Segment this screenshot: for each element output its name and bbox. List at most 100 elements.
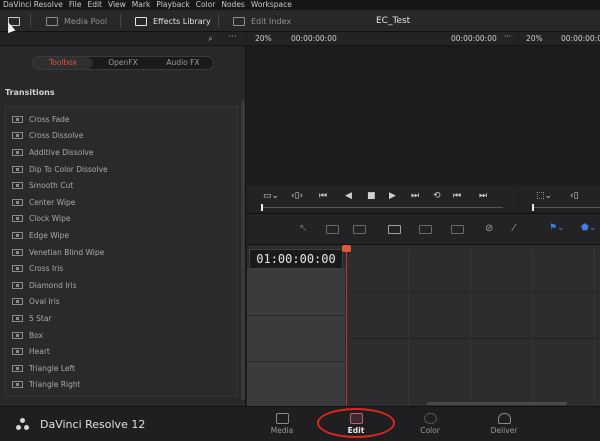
transition-icon [12,381,23,389]
playhead[interactable] [346,245,347,406]
program-clip-range-icon[interactable]: ‹▯ [570,191,579,201]
transition-label: Cross Dissolve [29,131,84,141]
menu-color[interactable]: Color [196,0,216,10]
transition-label: Clock Wipe [29,214,71,224]
transition-item[interactable]: Box [6,327,237,344]
transition-item[interactable]: 5 Star [6,310,237,327]
more-icon[interactable]: ··· [228,32,237,42]
skip-back-icon[interactable]: ⏮ [319,191,327,201]
page-tab-media[interactable]: Media [252,409,312,441]
page-tab-color[interactable]: Color [400,409,460,441]
program-scrub-handle[interactable] [532,204,534,211]
clip-range-icon[interactable]: ‹▯› [291,191,303,201]
transition-item[interactable]: Center Wipe [6,194,237,211]
source-zoom[interactable]: 20% [255,34,272,43]
transition-label: Cross Iris [29,264,64,274]
razor-icon[interactable]: ⁄ [513,223,515,234]
transition-label: Heart [29,347,50,357]
media-pool-icon [46,16,58,26]
media-pool-button[interactable]: Media Pool [46,10,107,32]
flag-icon[interactable]: ⚑⌄ [549,223,565,233]
page-tab-deliver[interactable]: Deliver [474,409,534,441]
transition-item[interactable]: Edge Wipe [6,227,237,244]
selection-tool-icon[interactable]: ↖ [299,223,307,234]
program-viewer-mode-icon[interactable]: ⬚⌄ [536,191,552,201]
transition-item[interactable]: Additive Dissolve [6,144,237,161]
transition-item[interactable]: Triangle Left [6,360,237,377]
transition-icon [12,231,23,239]
menu-workspace[interactable]: Workspace [251,0,292,10]
tab-openfx[interactable]: OpenFX [93,57,153,69]
transition-item[interactable]: Oval Iris [6,294,237,311]
transition-item[interactable]: Clock Wipe [6,211,237,228]
menu-view[interactable]: View [108,0,126,10]
edit-index-label: Edit Index [251,16,292,26]
transition-item[interactable]: Triangle Right [6,377,237,394]
menu-mark[interactable]: Mark [132,0,151,10]
transition-item[interactable]: Venetian Blind Wipe [6,244,237,261]
playhead-handle[interactable] [342,245,351,252]
transition-icon [12,132,23,140]
effects-library-button[interactable]: Effects Library [135,10,211,32]
source-viewer-header: 20% 00:00:00:00 00:00:00:00 ··· [247,32,517,46]
transition-item[interactable]: Smooth Cut [6,177,237,194]
effects-scrollbar[interactable] [241,100,245,400]
overwrite-clip-icon[interactable] [419,225,432,234]
prev-frame-icon[interactable]: ⏮ [453,191,461,201]
source-timecode-left: 00:00:00:00 [291,34,337,43]
tab-audio-fx[interactable]: Audio FX [153,57,213,69]
play-reverse-icon[interactable]: ◀ [345,191,352,201]
program-scrub-bar[interactable] [532,207,600,208]
trim-tool-icon[interactable] [326,225,339,234]
timeline-tracks[interactable] [346,245,600,406]
loop-icon[interactable]: ⟲ [433,191,441,201]
program-viewer-screen[interactable] [518,47,600,185]
insert-clip-icon[interactable] [388,225,401,234]
marker-icon[interactable]: ⬟⌄ [581,223,596,233]
menu-playback[interactable]: Playback [156,0,189,10]
source-scrub-handle[interactable] [261,204,263,211]
next-frame-icon[interactable]: ⏭ [479,191,487,201]
transition-icon [12,348,23,356]
transition-item[interactable]: Cross Iris [6,260,237,277]
transition-item[interactable]: Dip To Color Dissolve [6,161,237,178]
search-icon[interactable]: ⌕ [208,34,213,44]
stop-icon[interactable]: ■ [367,191,376,201]
menu-app[interactable]: DaVinci Resolve [3,0,63,10]
source-scrub-bar[interactable] [261,207,503,208]
link-icon[interactable]: ⊘ [485,223,493,234]
transition-icon [12,314,23,322]
transition-item[interactable]: Cross Dissolve [6,128,237,145]
transition-label: Oval Iris [29,297,60,307]
timeline-scrollbar[interactable] [427,402,567,405]
edit-index-button[interactable]: Edit Index [233,10,291,32]
skip-forward-icon[interactable]: ⏭ [411,191,419,201]
menu-file[interactable]: File [69,0,82,10]
source-more-icon[interactable]: ··· [504,32,511,41]
deliver-page-icon [497,413,511,424]
transition-item[interactable]: Diamond Iris [6,277,237,294]
play-icon[interactable]: ▶ [389,191,396,201]
menu-edit[interactable]: Edit [87,0,102,10]
timeline-timecode[interactable]: 01:00:00:00 [249,249,343,269]
source-viewer-screen[interactable] [247,47,517,185]
tab-toolbox[interactable]: Toolbox [33,57,93,69]
effects-panel-header: ⌕ ··· [0,32,246,46]
transition-icon [12,215,23,223]
edit-toolbar: ↖ ⊘ ⁄ ⚑⌄ ⬟⌄ [247,213,600,245]
transition-item[interactable]: Heart [6,343,237,360]
transition-icon [12,165,23,173]
transition-icon [12,331,23,339]
blade-edit-icon[interactable] [353,225,366,234]
transition-item[interactable]: Cross Fade [6,111,237,128]
davinci-logo-icon [16,418,30,432]
program-zoom[interactable]: 20% [526,34,543,43]
media-pool-label: Media Pool [64,16,108,26]
replace-clip-icon[interactable] [451,225,464,234]
menubar: DaVinci Resolve File Edit View Mark Play… [0,0,600,10]
viewer-mode-icon[interactable]: ▭⌄ [263,191,279,201]
effects-tabs: Toolbox OpenFX Audio FX [32,56,214,70]
media-page-icon [275,413,289,424]
transitions-heading: Transitions [5,88,55,97]
menu-nodes[interactable]: Nodes [221,0,244,10]
